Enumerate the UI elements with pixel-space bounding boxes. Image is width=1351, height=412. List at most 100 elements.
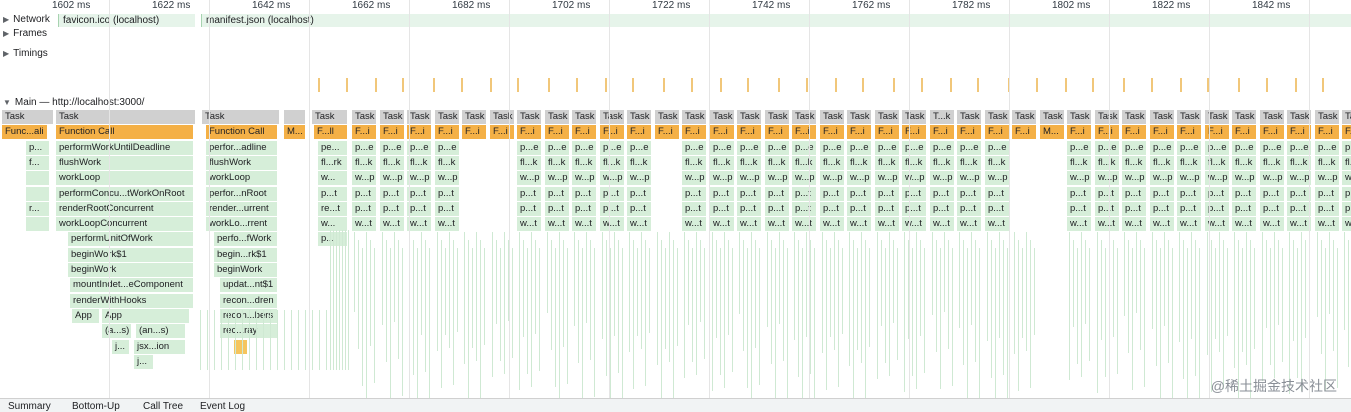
call-frame[interactable]: p...t	[957, 186, 982, 201]
call-frame[interactable]: w...t	[1342, 217, 1351, 232]
call-frame[interactable]: p...e	[352, 140, 377, 155]
call-frame[interactable]: w...t	[710, 217, 735, 232]
call-frame[interactable]: fl...k	[352, 155, 377, 170]
call-frame[interactable]: p...t	[352, 186, 377, 201]
timing-mark[interactable]	[1036, 78, 1038, 92]
task-bar[interactable]: Task	[902, 110, 927, 124]
call-frame[interactable]: p...t	[985, 186, 1010, 201]
call-frame[interactable]: p...t	[682, 201, 707, 216]
function-call-bar[interactable]: F...i	[1122, 125, 1147, 140]
call-frame[interactable]: fl...k	[1260, 155, 1285, 170]
call-frame[interactable]: p...e	[627, 140, 652, 155]
call-frame[interactable]: beginWork	[214, 263, 278, 277]
function-call-bar[interactable]: F...i	[957, 125, 982, 140]
task-bar[interactable]	[284, 110, 306, 124]
call-frame[interactable]: w...p	[1260, 171, 1285, 186]
function-call-bar[interactable]: F...i	[682, 125, 707, 140]
call-frame[interactable]: w...p	[517, 171, 542, 186]
call-frame[interactable]: performUnitOfWork	[68, 232, 194, 247]
timing-mark[interactable]	[1151, 78, 1153, 92]
call-frame[interactable]: w...p	[930, 171, 955, 186]
call-frame[interactable]: p...e	[517, 140, 542, 155]
timing-mark[interactable]	[632, 78, 634, 92]
call-frame[interactable]: App	[72, 308, 100, 323]
task-bar[interactable]: Task	[1067, 110, 1092, 124]
call-frame[interactable]: p...t	[765, 186, 790, 201]
call-frame[interactable]: p...t	[710, 186, 735, 201]
call-frame[interactable]: workLoop	[206, 171, 278, 186]
call-frame[interactable]: p...	[26, 140, 50, 155]
call-frame[interactable]: w...t	[1095, 217, 1120, 232]
function-call-bar[interactable]: F...i	[407, 125, 432, 140]
call-frame[interactable]: (a...s)	[102, 324, 132, 339]
call-frame[interactable]: p...e	[600, 140, 625, 155]
call-frame[interactable]: p...t	[435, 201, 460, 216]
function-call-bar[interactable]: F...i	[435, 125, 460, 140]
call-frame[interactable]: w...t	[847, 217, 872, 232]
call-frame[interactable]: fl...k	[985, 155, 1010, 170]
function-call-bar[interactable]: F...i	[572, 125, 597, 140]
call-frame[interactable]: fl...k	[765, 155, 790, 170]
call-frame[interactable]: p...t	[1342, 186, 1351, 201]
function-call-bar[interactable]: F...i	[930, 125, 955, 140]
timing-mark[interactable]	[806, 78, 808, 92]
expand-triangle-icon[interactable]: ▶	[3, 49, 9, 58]
call-frame[interactable]: w...p	[820, 171, 845, 186]
function-call-bar[interactable]: F...i	[820, 125, 845, 140]
timing-mark[interactable]	[1295, 78, 1297, 92]
call-frame[interactable]: workLoop	[56, 171, 194, 186]
call-frame[interactable]: p...t	[792, 201, 817, 216]
task-bar[interactable]: Task	[957, 110, 982, 124]
call-frame[interactable]: p...t	[985, 201, 1010, 216]
call-frame[interactable]: w...t	[1315, 217, 1340, 232]
call-frame[interactable]: p...t	[820, 201, 845, 216]
tab-event-log[interactable]: Event Log	[200, 401, 245, 412]
call-frame[interactable]: fl...k	[1177, 155, 1202, 170]
call-frame[interactable]: w...t	[930, 217, 955, 232]
call-frame[interactable]: recon...dren	[220, 293, 278, 308]
timing-mark[interactable]	[691, 78, 693, 92]
call-frame[interactable]: w...t	[352, 217, 377, 232]
timing-mark[interactable]	[950, 78, 952, 92]
timing-mark[interactable]	[461, 78, 463, 92]
timing-mark[interactable]	[720, 78, 722, 92]
call-frame[interactable]: p...e	[1260, 140, 1285, 155]
call-frame[interactable]: p...t	[517, 186, 542, 201]
call-frame[interactable]: w...p	[985, 171, 1010, 186]
call-frame[interactable]: w...	[318, 171, 348, 186]
call-frame[interactable]: p...e	[380, 140, 405, 155]
function-call-bar[interactable]: F...i	[737, 125, 762, 140]
call-frame[interactable]: fl...k	[407, 155, 432, 170]
call-frame[interactable]: flushWork	[206, 155, 278, 170]
task-bar[interactable]: Task	[407, 110, 432, 124]
call-frame[interactable]: p...t	[1177, 201, 1202, 216]
call-frame[interactable]: w...p	[352, 171, 377, 186]
timing-mark[interactable]	[977, 78, 979, 92]
function-call-bar[interactable]: F...i	[847, 125, 872, 140]
task-bar[interactable]: Task	[490, 110, 515, 124]
expand-triangle-icon[interactable]: ▶	[3, 29, 9, 38]
function-call-bar[interactable]: F...i	[627, 125, 652, 140]
task-bar[interactable]: Task	[792, 110, 817, 124]
function-call-bar[interactable]: F...i	[352, 125, 377, 140]
timing-mark[interactable]	[862, 78, 864, 92]
call-frame[interactable]: p...t	[1067, 201, 1092, 216]
call-frame[interactable]: w...t	[1177, 217, 1202, 232]
function-call-bar[interactable]: F...i	[875, 125, 900, 140]
function-call-bar[interactable]: F...i	[462, 125, 487, 140]
call-frame[interactable]: p...e	[902, 140, 927, 155]
timing-mark[interactable]	[921, 78, 923, 92]
call-frame[interactable]: p...t	[1122, 186, 1147, 201]
timing-mark[interactable]	[1322, 78, 1324, 92]
task-bar[interactable]: Task	[875, 110, 900, 124]
call-frame[interactable]: w...p	[572, 171, 597, 186]
call-frame[interactable]: p...e	[545, 140, 570, 155]
call-frame[interactable]: fl...k	[930, 155, 955, 170]
call-frame[interactable]: w...	[318, 217, 348, 232]
call-frame[interactable]: w...p	[380, 171, 405, 186]
function-call-bar[interactable]: F...i	[792, 125, 817, 140]
function-call-bar[interactable]: F...i	[1260, 125, 1285, 140]
call-frame[interactable]: p...t	[545, 201, 570, 216]
call-frame[interactable]: w...p	[1150, 171, 1175, 186]
call-frame[interactable]: p...t	[1260, 201, 1285, 216]
